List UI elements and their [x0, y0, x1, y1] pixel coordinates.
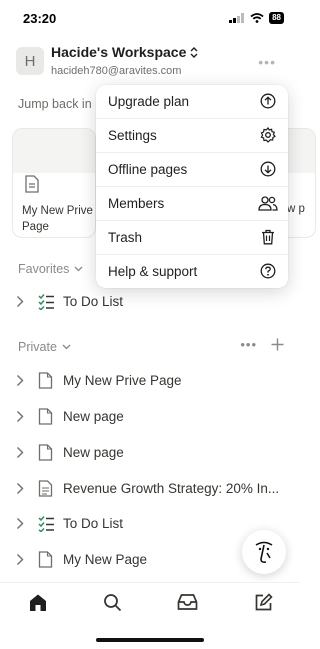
gear-icon	[260, 127, 276, 143]
recent-card-label: My New Prive Page	[22, 205, 93, 233]
menu-item-offline-pages[interactable]: Offline pages	[96, 153, 288, 187]
plus-icon[interactable]	[271, 338, 284, 351]
chevron-down-icon	[62, 344, 71, 350]
battery-indicator: 88	[269, 12, 284, 24]
more-icon[interactable]: •••	[240, 337, 257, 352]
ai-assistant-button[interactable]	[242, 530, 286, 574]
menu-item-label: Trash	[108, 230, 143, 245]
recent-card-label: w p	[287, 203, 305, 215]
people-icon	[258, 196, 278, 211]
list-item-label: To Do List	[63, 516, 124, 531]
checklist-icon	[38, 294, 54, 310]
arrow-down-circle-icon	[260, 161, 276, 177]
menu-item-trash[interactable]: Trash	[96, 221, 288, 255]
list-item-label: New page	[63, 409, 124, 424]
chevron-right-icon[interactable]	[16, 446, 24, 459]
chevron-right-icon[interactable]	[16, 374, 24, 387]
list-item[interactable]: New page	[0, 402, 300, 432]
private-section-toggle[interactable]: Private	[18, 340, 71, 354]
menu-item-label: Upgrade plan	[108, 94, 190, 109]
page-icon	[38, 372, 53, 389]
list-item-label: Revenue Growth Strategy: 20% In...	[63, 481, 280, 496]
menu-item-settings[interactable]: Settings	[96, 119, 288, 153]
chevron-right-icon[interactable]	[16, 482, 24, 495]
home-icon[interactable]	[28, 593, 48, 612]
workspace-switcher[interactable]: Hacide's Workspace	[51, 44, 198, 60]
menu-item-label: Members	[108, 196, 165, 211]
compose-icon[interactable]	[254, 593, 273, 612]
favorites-section-toggle[interactable]: Favorites	[18, 262, 83, 276]
list-item[interactable]: Revenue Growth Strategy: 20% In...	[0, 474, 300, 504]
page-icon	[25, 175, 39, 193]
chevron-down-icon	[74, 266, 83, 272]
menu-item-label: Help & support	[108, 264, 198, 279]
tab-bar	[0, 582, 300, 622]
workspace-name: Hacide's Workspace	[51, 44, 187, 60]
status-icons: 88	[229, 12, 284, 24]
workspace-menu: Upgrade plan Settings Offline pages Memb…	[96, 85, 288, 288]
workspace-avatar[interactable]: H	[16, 47, 44, 75]
menu-item-help-support[interactable]: Help & support	[96, 255, 288, 288]
question-circle-icon	[260, 263, 276, 279]
home-indicator	[96, 638, 204, 642]
list-item[interactable]: To Do List	[0, 287, 300, 317]
list-item[interactable]: New page	[0, 438, 300, 468]
recent-card[interactable]: My New Prive Page	[12, 128, 96, 238]
favorites-label: Favorites	[18, 262, 70, 276]
inbox-icon[interactable]	[177, 593, 198, 611]
menu-item-label: Settings	[108, 128, 157, 143]
page-icon	[38, 444, 53, 461]
arrow-up-circle-icon	[260, 93, 276, 109]
trash-icon	[262, 229, 274, 245]
more-icon[interactable]: •••	[258, 54, 276, 70]
menu-item-upgrade-plan[interactable]: Upgrade plan	[96, 85, 288, 119]
chevron-right-icon[interactable]	[16, 517, 24, 530]
page-icon	[38, 408, 53, 425]
page-text-icon	[38, 480, 53, 497]
list-item-label: To Do List	[63, 294, 124, 309]
chevron-right-icon[interactable]	[16, 553, 24, 566]
list-item-label: New page	[63, 445, 124, 460]
page-icon	[38, 551, 53, 568]
menu-item-label: Offline pages	[108, 162, 188, 177]
private-label: Private	[18, 340, 57, 354]
ai-face-icon	[255, 541, 273, 563]
chevron-updown-icon	[190, 46, 198, 58]
workspace-email: hacideh780@aravites.com	[51, 65, 182, 77]
search-icon[interactable]	[103, 593, 122, 612]
chevron-right-icon[interactable]	[16, 410, 24, 423]
chevron-right-icon[interactable]	[16, 295, 24, 308]
private-actions: •••	[240, 337, 284, 352]
jump-back-heading: Jump back in	[18, 97, 92, 111]
menu-item-members[interactable]: Members	[96, 187, 288, 221]
signal-icon	[229, 13, 245, 23]
status-time: 23:20	[23, 11, 57, 26]
status-bar: 23:20 88	[0, 0, 300, 38]
list-item[interactable]: My New Prive Page	[0, 366, 300, 396]
checklist-icon	[38, 516, 54, 532]
wifi-icon	[250, 13, 264, 23]
list-item-label: My New Prive Page	[63, 373, 182, 388]
